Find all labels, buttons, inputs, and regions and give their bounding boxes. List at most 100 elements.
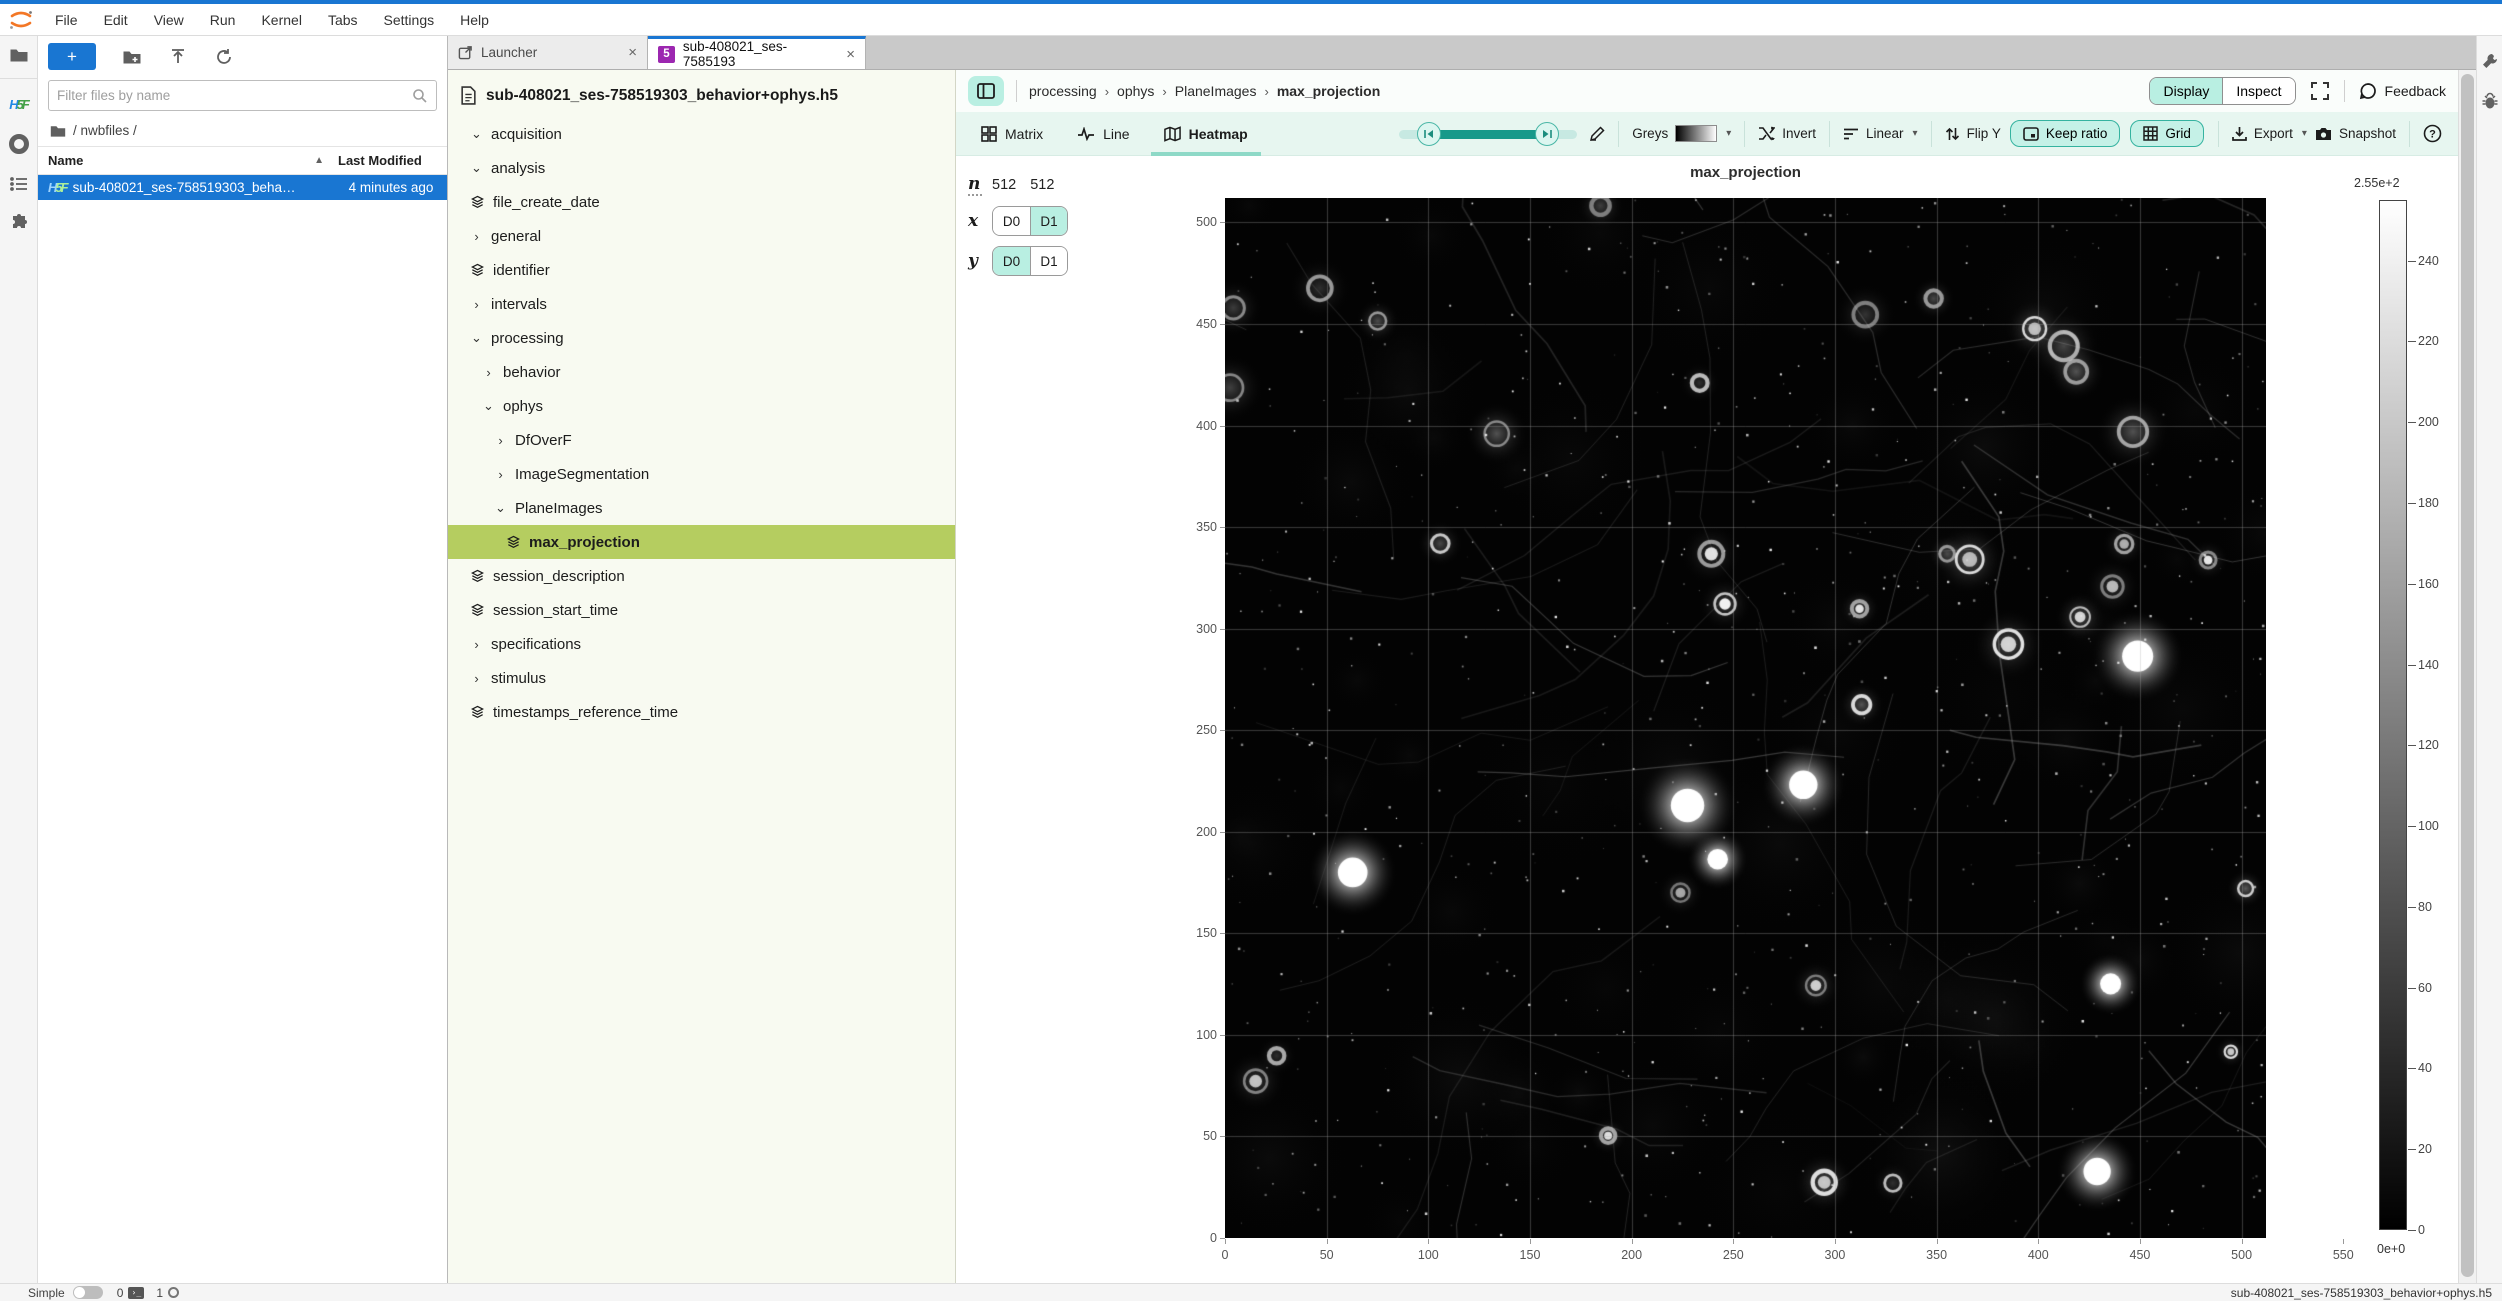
tree-item-behavior[interactable]: ›behavior [448, 355, 955, 389]
kernel-sessions-count[interactable]: 1 [156, 1286, 163, 1300]
last-modified-column-header[interactable]: Last Modified [338, 153, 422, 168]
flip-y-button[interactable]: Flip Y [1941, 126, 2005, 142]
kernel-icon[interactable] [168, 1287, 179, 1298]
colormap-selector[interactable]: Greys ▾ [1628, 125, 1735, 142]
tree-item-general[interactable]: ›general [448, 219, 955, 253]
domain-slider[interactable] [1399, 121, 1577, 147]
close-tab-icon[interactable]: × [628, 44, 637, 61]
table-of-contents-icon[interactable] [6, 171, 32, 197]
tree-item-file-create-date[interactable]: file_create_date [448, 185, 955, 219]
divider [1829, 121, 1830, 147]
line-view-tab[interactable]: Line [1064, 112, 1142, 156]
tab-launcher[interactable]: Launcher × [448, 36, 648, 69]
h5-tree: ⌄acquisition⌄analysisfile_create_date›ge… [448, 117, 955, 729]
panel-scrollbar[interactable] [2458, 70, 2476, 1283]
x-tick-mark [2343, 1239, 2344, 1244]
slider-max-handle[interactable] [1535, 122, 1559, 146]
filter-files-input[interactable] [57, 88, 412, 103]
tree-item-acquisition[interactable]: ⌄acquisition [448, 117, 955, 151]
crumb-planeimages[interactable]: PlaneImages [1175, 83, 1257, 99]
tree-item-max-projection[interactable]: max_projection [448, 525, 955, 559]
hdf5-browser-icon[interactable]: H5F [6, 91, 32, 117]
simple-mode-toggle[interactable] [73, 1286, 103, 1299]
h5web-explorer: sub-408021_ses-758519303_behavior+ophys.… [448, 70, 956, 1283]
menu-run[interactable]: Run [197, 4, 249, 36]
menu-file[interactable]: File [42, 4, 91, 36]
rail-separator [0, 78, 38, 79]
menu-tabs[interactable]: Tabs [315, 4, 371, 36]
jupyterlab-window: File Edit View Run Kernel Tabs Settings … [0, 0, 2502, 1301]
tree-item-stimulus[interactable]: ›stimulus [448, 661, 955, 695]
y-tick-label: 400 [1196, 419, 1217, 433]
x-tick-label: 250 [1723, 1248, 1744, 1262]
new-launcher-button[interactable]: + [48, 43, 96, 70]
display-mode-button[interactable]: Display [2150, 78, 2222, 104]
tree-item-timestamps-reference-time[interactable]: timestamps_reference_time [448, 695, 955, 729]
menu-settings[interactable]: Settings [371, 4, 448, 36]
scale-selector[interactable]: Linear ▾ [1839, 126, 1922, 141]
matrix-view-tab[interactable]: Matrix [968, 112, 1056, 156]
close-tab-icon[interactable]: × [846, 46, 855, 63]
launcher-icon [458, 45, 473, 60]
chevron-down-icon: ▾ [2302, 128, 2307, 139]
tree-item-session-description[interactable]: session_description [448, 559, 955, 593]
fullscreen-icon[interactable] [2310, 81, 2330, 101]
crumb-ophys[interactable]: ophys [1117, 83, 1154, 99]
tab-h5-file[interactable]: 5 sub-408021_ses-7585193 × [648, 36, 866, 69]
scrollbar-thumb[interactable] [2461, 74, 2474, 1277]
keep-ratio-toggle[interactable]: Keep ratio [2010, 120, 2121, 147]
tree-item-processing[interactable]: ⌄processing [448, 321, 955, 355]
feedback-button[interactable]: Feedback [2359, 82, 2446, 100]
menu-help[interactable]: Help [447, 4, 502, 36]
slider-min-handle[interactable] [1417, 122, 1441, 146]
status-current-file: sub-408021_ses-758519303_behavior+ophys.… [2231, 1286, 2492, 1300]
invert-colormap-button[interactable]: Invert [1754, 126, 1820, 141]
chevron-down-icon: ⌄ [470, 160, 483, 176]
debugger-bug-icon[interactable] [2481, 92, 2499, 110]
property-inspector-icon[interactable] [2481, 52, 2499, 70]
chevron-down-icon: ⌄ [482, 398, 495, 414]
x-tick-label: 400 [2028, 1248, 2049, 1262]
tree-item-specifications[interactable]: ›specifications [448, 627, 955, 661]
menu-edit[interactable]: Edit [91, 4, 141, 36]
file-browser-icon[interactable] [6, 42, 32, 68]
heatmap-view-tab[interactable]: Heatmap [1151, 112, 1261, 156]
export-button[interactable]: Export ▾ [2228, 126, 2311, 141]
x-tick-label: 150 [1520, 1248, 1541, 1262]
tree-item-PlaneImages[interactable]: ⌄PlaneImages [448, 491, 955, 525]
tree-item-ophys[interactable]: ⌄ophys [448, 389, 955, 423]
file-browser-breadcrumb[interactable]: / nwbfiles / [38, 119, 447, 146]
refresh-icon[interactable] [214, 47, 234, 67]
help-button[interactable]: ? [2419, 124, 2446, 143]
h5-file-title[interactable]: sub-408021_ses-758519303_behavior+ophys.… [448, 70, 955, 117]
y-tick-label: 450 [1196, 317, 1217, 331]
crumb-max-projection: max_projection [1277, 83, 1380, 99]
tree-item-intervals[interactable]: ›intervals [448, 287, 955, 321]
extension-manager-icon[interactable] [6, 211, 32, 237]
terminal-icon[interactable]: ›_ [128, 1287, 144, 1299]
tree-item-ImageSegmentation[interactable]: ›ImageSegmentation [448, 457, 955, 491]
tree-item-DfOverF[interactable]: ›DfOverF [448, 423, 955, 457]
tree-item-session-start-time[interactable]: session_start_time [448, 593, 955, 627]
colorbar-tick-label: 160 [2418, 577, 2439, 591]
grid-toggle[interactable]: Grid [2130, 120, 2204, 147]
chevron-down-icon: ⌄ [470, 126, 483, 142]
tree-item-identifier[interactable]: identifier [448, 253, 955, 287]
file-row-selected[interactable]: H5F sub-408021_ses-758519303_beha… 4 min… [38, 175, 447, 200]
terminal-sessions-count[interactable]: 0 [117, 1286, 124, 1300]
upload-icon[interactable] [168, 47, 188, 67]
snapshot-button[interactable]: Snapshot [2311, 126, 2400, 141]
new-folder-icon[interactable] [122, 47, 142, 67]
menu-kernel[interactable]: Kernel [248, 4, 314, 36]
name-column-header[interactable]: Name ▲ [48, 153, 338, 168]
x-tick-label: 0 [1222, 1248, 1229, 1262]
toggle-explorer-button[interactable] [968, 76, 1004, 106]
menu-view[interactable]: View [141, 4, 197, 36]
crumb-processing[interactable]: processing [1029, 83, 1097, 99]
tree-item-analysis[interactable]: ⌄analysis [448, 151, 955, 185]
heatmap-canvas[interactable] [1225, 198, 2266, 1238]
edit-domain-button[interactable] [1585, 126, 1609, 142]
colorbar[interactable] [2379, 200, 2407, 1230]
running-sessions-icon[interactable] [6, 131, 32, 157]
inspect-mode-button[interactable]: Inspect [2222, 78, 2294, 104]
